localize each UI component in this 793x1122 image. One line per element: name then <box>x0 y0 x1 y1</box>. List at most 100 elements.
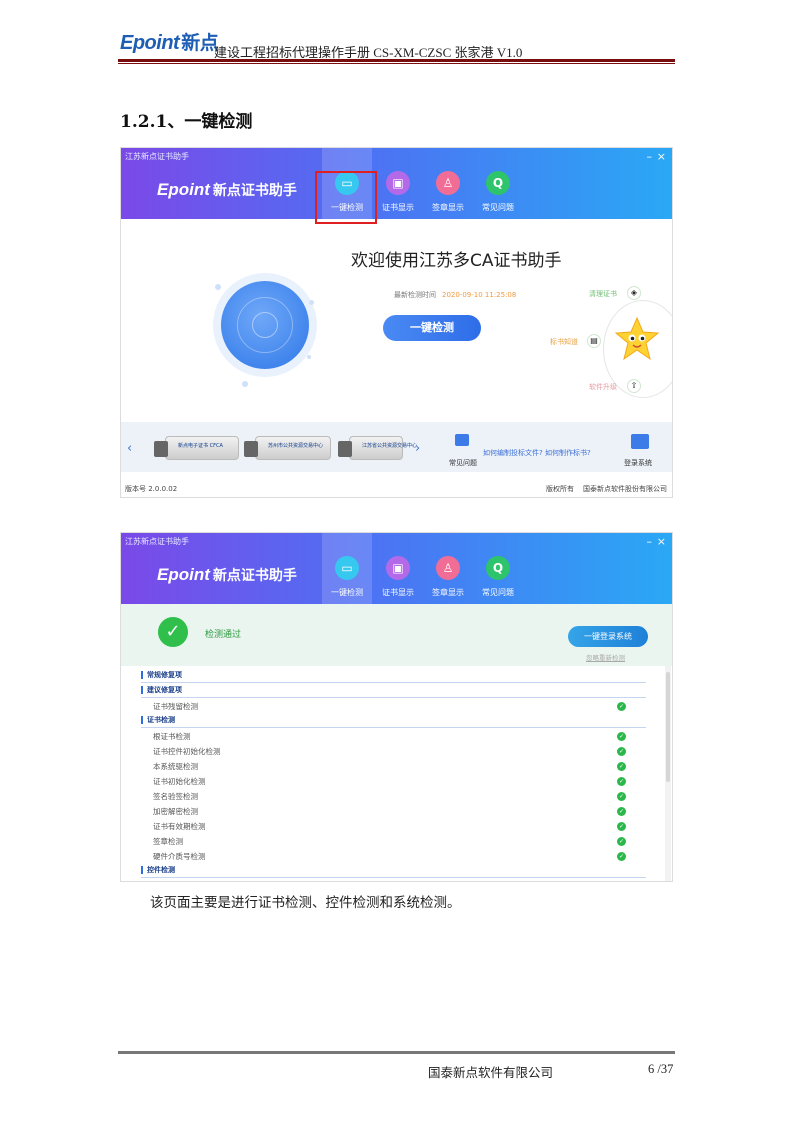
header-rule <box>118 59 675 62</box>
check-ok-icon: ✓ <box>617 837 626 846</box>
close-icon[interactable]: × <box>657 536 666 547</box>
mascot-icon <box>614 316 660 361</box>
tab-certificate[interactable]: ▣ 证书显示 <box>373 533 423 604</box>
app-brand: Epoint 新点证书助手 <box>157 565 297 584</box>
bid-know-link[interactable]: 标书知道 <box>550 337 578 347</box>
chevron-right-icon[interactable]: › <box>415 441 420 456</box>
window-title: 江苏新点证书助手 <box>125 537 189 546</box>
check-result-panel: ✓ 检测通过 一键登录系统 忽略重新检测 <box>121 604 672 666</box>
minimize-icon[interactable]: – <box>647 536 653 547</box>
certificate-icon: ▣ <box>386 556 410 580</box>
list-item: 根证书检测 <box>153 732 191 741</box>
list-item: 证书控件初始化检测 <box>153 747 221 756</box>
check-ok-icon: ✓ <box>617 822 626 831</box>
footer-company: 国泰新点软件有限公司 <box>428 1065 554 1080</box>
faq-label[interactable]: 常见问题 <box>449 458 477 468</box>
tab-signature[interactable]: ♙ 签章显示 <box>423 533 473 604</box>
pass-status: 检测通过 <box>205 630 242 640</box>
section-divider <box>141 877 646 878</box>
tab-label: 证书显示 <box>382 203 414 212</box>
monitor-icon: ▭ <box>335 556 359 580</box>
one-click-login-button[interactable]: 一键登录系统 <box>568 626 648 647</box>
app-header: 江苏新点证书助手 – × Epoint 新点证书助手 ▭ 一键检测 ▣ 证书显示 … <box>121 148 672 219</box>
upgrade-icon[interactable]: ⇧ <box>627 379 641 393</box>
question-icon: Q <box>486 556 510 580</box>
list-item: 证书残留检测 <box>153 702 198 711</box>
tab-certificate[interactable]: ▣ 证书显示 <box>373 148 423 219</box>
chevron-left-icon[interactable]: ‹ <box>127 441 132 456</box>
version-text: 版本号 2.0.0.02 <box>125 485 178 493</box>
section-title[interactable]: 证书检测 <box>141 716 175 724</box>
login-monitor-icon[interactable] <box>631 434 649 449</box>
check-ok-icon: ✓ <box>617 792 626 801</box>
rights-text: 版权所有 <box>546 485 574 493</box>
clean-cert-link[interactable]: 清理证书 <box>589 289 617 299</box>
section-title[interactable]: 控件检测 <box>141 866 175 874</box>
check-ok-icon: ✓ <box>617 807 626 816</box>
recheck-link[interactable]: 忽略重新检测 <box>586 652 625 662</box>
epoint-logo: Epoint 新点 <box>120 32 219 54</box>
last-check-time: 最新检测时间 2020-09-10 11:25:08 <box>394 291 517 299</box>
check-circle-icon: ✓ <box>158 617 188 647</box>
check-list: 常规修复项 建议修复项 证书残留检测 ✓ 证书检测 根证书检测 ✓ 证书控件初始… <box>121 666 672 881</box>
check-ok-icon: ✓ <box>617 852 626 861</box>
login-label[interactable]: 登录系统 <box>624 458 652 468</box>
tab-label: 常见问题 <box>482 588 514 597</box>
clean-cert-icon[interactable]: ◈ <box>627 286 641 300</box>
minimize-icon[interactable]: – <box>647 151 653 162</box>
list-item: 硬件介质号检测 <box>153 852 206 861</box>
tab-label: 证书显示 <box>382 588 414 597</box>
app-header: 江苏新点证书助手 – × Epoint 新点证书助手 ▭ 一键检测 ▣ 证书显示 … <box>121 533 672 604</box>
check-ok-icon: ✓ <box>617 732 626 741</box>
list-scrollbar[interactable] <box>665 666 671 881</box>
tab-faq[interactable]: Q 常见问题 <box>473 148 523 219</box>
highlight-box <box>315 171 377 224</box>
list-item: 签章检测 <box>153 837 183 846</box>
question-icon: Q <box>486 171 510 195</box>
upgrade-link[interactable]: 软件升级 <box>589 382 617 392</box>
radar-dot <box>307 355 311 359</box>
section-divider <box>141 727 646 728</box>
tab-signature[interactable]: ♙ 签章显示 <box>423 148 473 219</box>
check-ok-icon: ✓ <box>617 762 626 771</box>
footer-rule <box>118 1051 675 1054</box>
owner-text: 国泰新点软件股份有限公司 <box>583 485 667 493</box>
list-item: 证书初始化检测 <box>153 777 206 786</box>
app-window-results: 江苏新点证书助手 – × Epoint 新点证书助手 ▭ 一键检测 ▣ 证书显示 … <box>120 532 673 882</box>
scrollbar-thumb[interactable] <box>666 672 670 782</box>
stamp-icon: ♙ <box>436 556 460 580</box>
app-brand: Epoint 新点证书助手 <box>157 180 297 199</box>
section-heading: 1.2.1、一键检测 <box>120 112 253 132</box>
list-item: 本系统驱检测 <box>153 762 198 771</box>
tab-label: 一键检测 <box>331 588 363 597</box>
page-number: 6 /37 <box>648 1062 674 1076</box>
certificate-icon: ▣ <box>386 171 410 195</box>
tab-label: 签章显示 <box>432 203 464 212</box>
chat-icon[interactable] <box>455 434 469 446</box>
header-rule-thin <box>118 63 675 64</box>
bid-know-icon[interactable]: ▤ <box>587 334 601 348</box>
check-ok-icon: ✓ <box>617 702 626 711</box>
device-bar: ‹ 新点电子证书 CFCA 苏州市公共资源交易中心 江苏省公共资源交易中心 › … <box>121 422 672 472</box>
section-divider <box>141 682 646 683</box>
list-item: 证书有效期检测 <box>153 822 206 831</box>
usb-key[interactable]: 新点电子证书 CFCA <box>154 436 239 460</box>
tab-faq[interactable]: Q 常见问题 <box>473 533 523 604</box>
list-item: 签名验签检测 <box>153 792 198 801</box>
tab-one-click-check[interactable]: ▭ 一键检测 <box>322 533 372 604</box>
check-ok-icon: ✓ <box>617 747 626 756</box>
section-title[interactable]: 建议修复项 <box>141 686 182 694</box>
usb-key[interactable]: 江苏省公共资源交易中心 <box>338 436 417 460</box>
list-item: 加密解密检测 <box>153 807 198 816</box>
stamp-icon: ♙ <box>436 171 460 195</box>
radar-dot <box>215 284 221 290</box>
radar-ring-inner <box>252 312 278 338</box>
window-title: 江苏新点证书助手 <box>125 152 189 161</box>
usb-key[interactable]: 苏州市公共资源交易中心 <box>244 436 331 460</box>
one-click-check-button[interactable]: 一键检测 <box>383 315 481 341</box>
radar-dot <box>242 381 248 387</box>
welcome-title: 欢迎使用江苏多CA证书助手 <box>351 251 562 271</box>
section-title[interactable]: 常规修复项 <box>141 671 182 679</box>
close-icon[interactable]: × <box>657 151 666 162</box>
faq-links[interactable]: 如何编制投标文件? 如何制作标书? <box>483 448 591 458</box>
